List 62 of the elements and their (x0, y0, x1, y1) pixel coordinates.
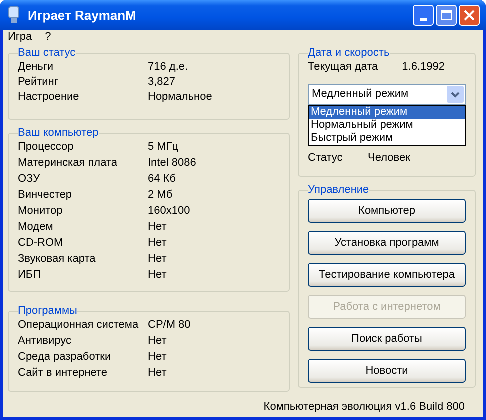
field-value: 64 Кб (148, 172, 176, 187)
group-title: Управление (308, 183, 370, 197)
field-label: ОЗУ (18, 172, 42, 187)
window-title: Играет RaymanM (28, 8, 136, 22)
field-label: Статус (308, 151, 344, 166)
maximize-icon (441, 10, 452, 20)
menu-item[interactable]: Игра (8, 30, 32, 45)
minimize-icon (420, 18, 427, 20)
field-label: ИБП (18, 268, 42, 283)
field-label: Деньги (18, 60, 55, 75)
speed-dropdown[interactable]: Медленный режим (308, 84, 466, 105)
action-button[interactable]: Поиск работы (308, 327, 466, 351)
group-title: Программы (18, 304, 78, 318)
field-value: 716 д.е. (148, 60, 188, 75)
dropdown-option[interactable]: Быстрый режим (309, 132, 465, 145)
field-label: Модем (18, 220, 54, 235)
field-value: 3,827 (148, 75, 176, 90)
date-value: 1.6.1992 (402, 60, 445, 75)
field-label: Настроение (18, 90, 80, 105)
field-label: Рейтинг (18, 75, 60, 90)
field-label: CD-ROM (18, 236, 64, 251)
field-label: Монитор (18, 204, 64, 219)
group-title: Ваш компьютер (18, 126, 99, 140)
field-value: CP/M 80 (148, 318, 191, 333)
close-button[interactable] (459, 4, 480, 26)
close-icon (464, 10, 475, 20)
dropdown-option[interactable]: Нормальный режим (309, 119, 465, 132)
field-label: Среда разработки (18, 350, 112, 365)
maximize-button[interactable] (436, 4, 457, 26)
field-label: Винчестер (18, 188, 74, 203)
minimize-button[interactable] (413, 4, 434, 26)
field-value: Нет (148, 334, 167, 349)
field-value: Нет (148, 220, 167, 235)
menu-item[interactable]: ? (45, 30, 52, 45)
field-value: Нет (148, 236, 167, 251)
field-value: Нет (148, 252, 167, 267)
field-value: Нормальное (148, 90, 212, 105)
field-value: Нет (148, 366, 167, 381)
chevron-down-icon (447, 86, 464, 103)
field-value: Нет (148, 350, 167, 365)
field-value: 160x100 (148, 204, 190, 219)
field-label: Операционная система (18, 318, 140, 333)
field-label: Процессор (18, 140, 75, 155)
computer-icon (6, 6, 22, 24)
action-button[interactable]: Компьютер (308, 199, 466, 223)
field-value: 2 Мб (148, 188, 173, 203)
field-value: Нет (148, 268, 167, 283)
field-label: Материнская плата (18, 156, 118, 171)
group-title: Дата и скорость (308, 46, 390, 60)
action-button[interactable]: Тестирование компьютера (308, 263, 466, 287)
dropdown-option[interactable]: Медленный режим (309, 106, 465, 119)
field-label: Звуковая карта (18, 252, 97, 267)
field-value: Intel 8086 (148, 156, 196, 171)
field-value: Человек (368, 151, 410, 166)
action-button[interactable]: Установка программ (308, 231, 466, 255)
action-button[interactable]: Новости (308, 359, 466, 383)
date-label: Текущая дата (308, 60, 378, 75)
field-label: Антивирус (18, 334, 72, 349)
field-label: Сайт в интернете (18, 366, 109, 381)
group-title: Ваш статус (18, 46, 76, 60)
status-bar-text: Компьютерная эволюция v1.6 Build 800 (264, 400, 465, 415)
field-value: 5 МГц (148, 140, 179, 155)
